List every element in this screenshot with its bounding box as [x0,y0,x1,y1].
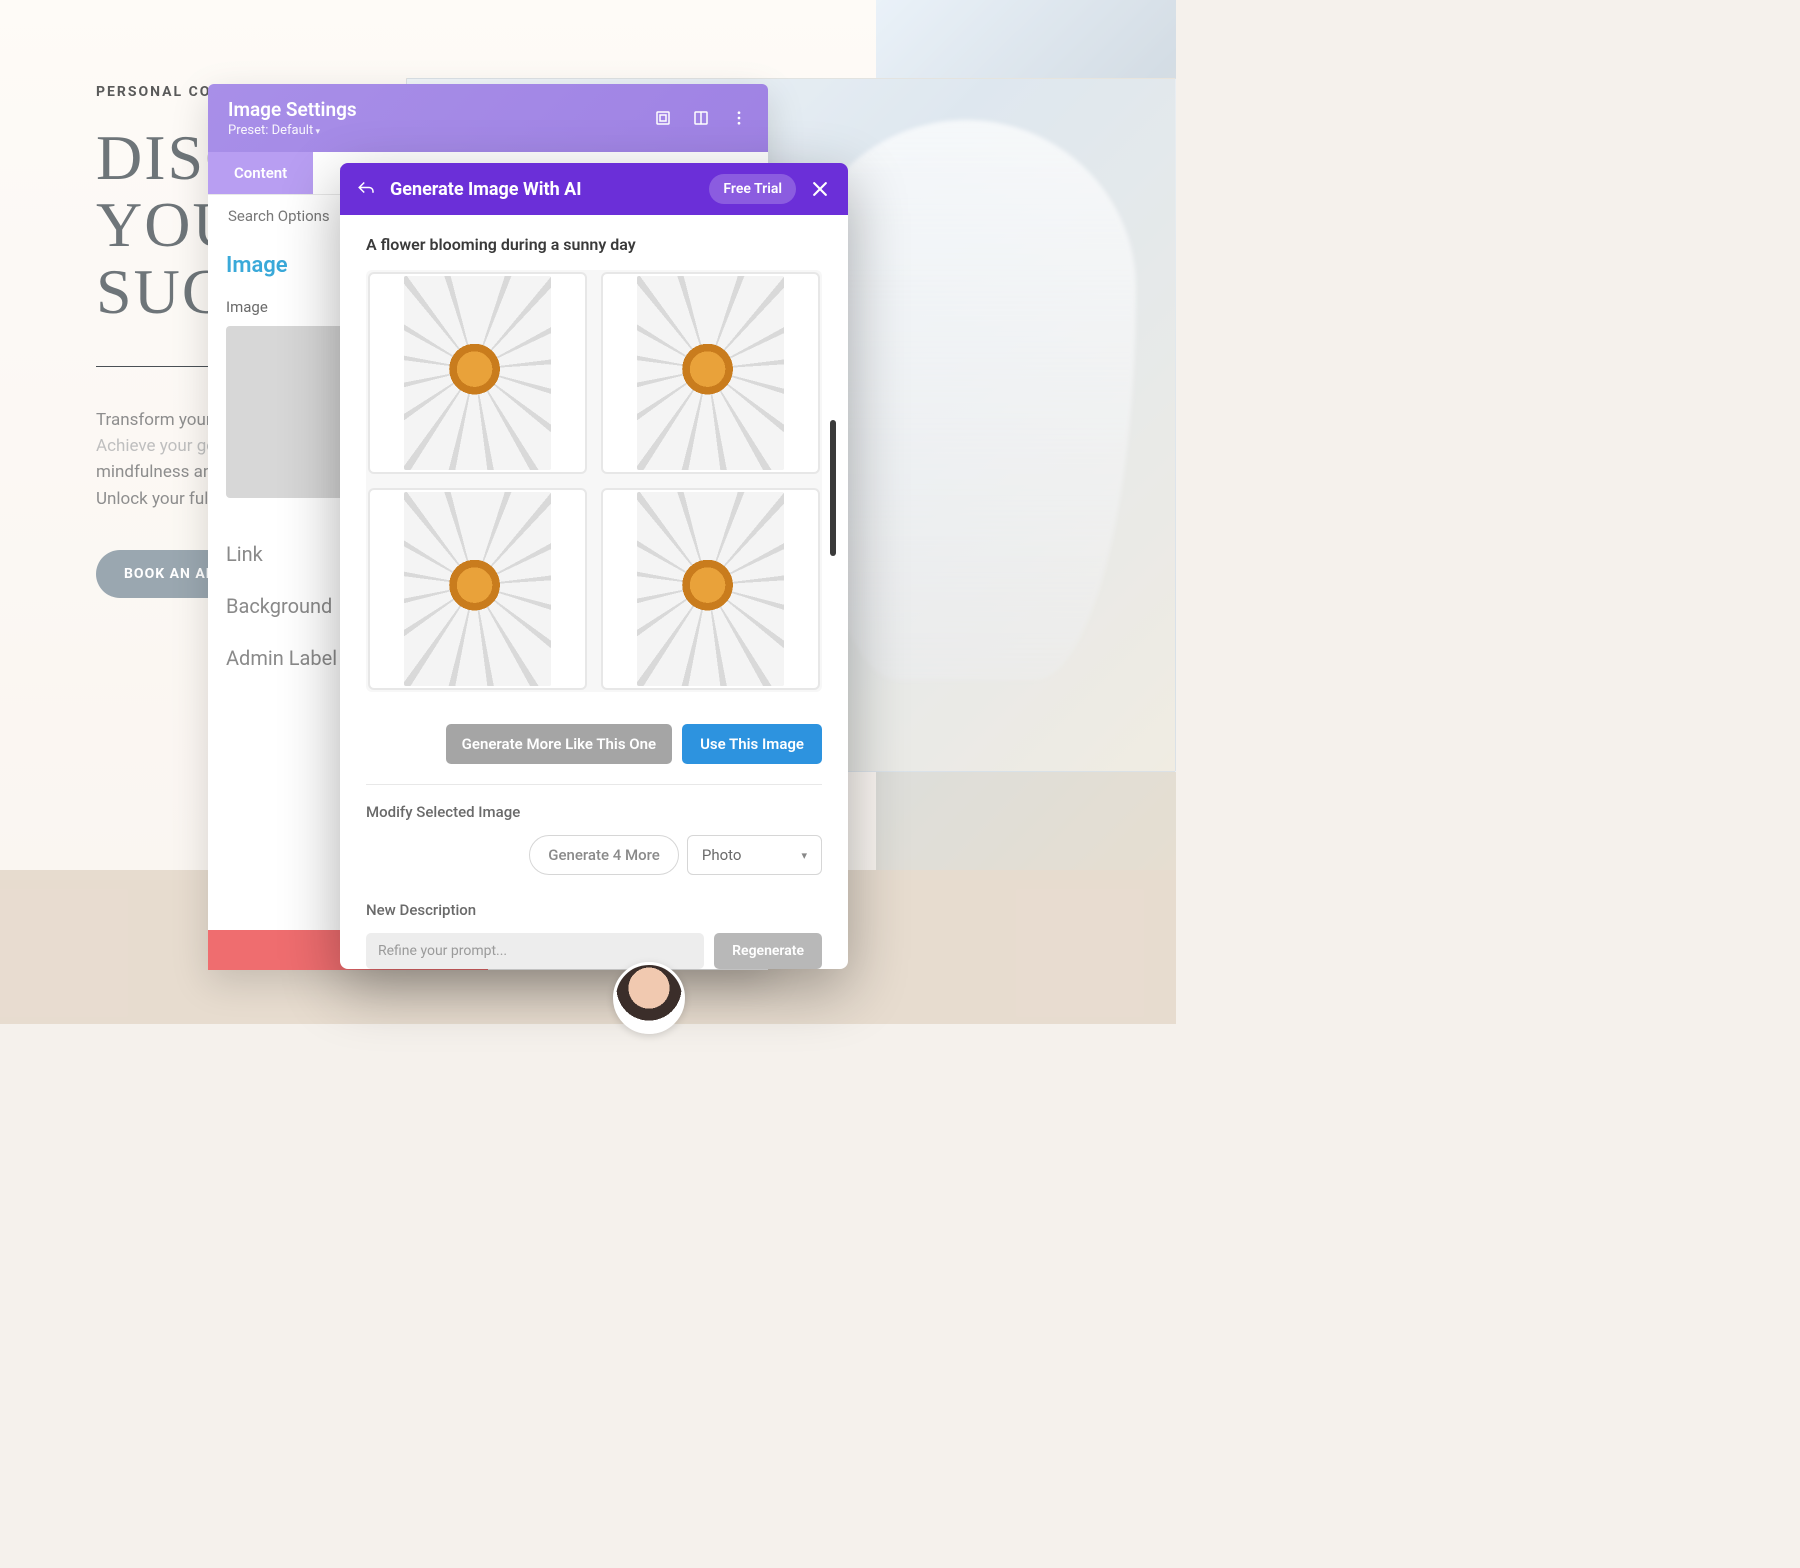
ai-result-thumbnail[interactable] [601,272,820,474]
style-select-value: Photo [702,846,742,864]
refine-row: Regenerate [366,933,822,969]
flower-image [404,276,550,470]
flower-image [637,492,783,686]
style-select[interactable]: Photo [687,835,822,875]
modify-selected-label: Modify Selected Image [366,803,822,821]
modify-row: Generate 4 More Photo [366,835,822,875]
use-this-image-button[interactable]: Use This Image [682,724,822,764]
scrollbar-thumb[interactable] [830,420,836,556]
ai-divider [366,784,822,785]
tab-content[interactable]: Content [208,152,313,194]
flower-image [637,276,783,470]
ai-modal-body: A flower blooming during a sunny day Gen… [340,215,848,969]
ai-action-row: Generate More Like This One Use This Ima… [366,724,822,764]
settings-header: Image Settings Preset: Default [208,84,768,152]
close-icon[interactable] [810,179,830,199]
ai-result-thumbnail[interactable] [368,272,587,474]
settings-preset-dropdown[interactable]: Preset: Default [228,123,357,138]
generate-4-more-button[interactable]: Generate 4 More [529,835,679,875]
ai-modal-title: Generate Image With AI [390,179,695,200]
ai-results-grid [366,270,822,692]
free-trial-badge[interactable]: Free Trial [709,174,796,204]
ai-results-scroll [366,270,822,706]
ai-current-prompt: A flower blooming during a sunny day [366,235,822,254]
ai-modal-header: Generate Image With AI Free Trial [340,163,848,215]
settings-title: Image Settings [228,98,357,121]
generate-image-ai-modal: Generate Image With AI Free Trial A flow… [340,163,848,969]
columns-icon[interactable] [692,109,710,127]
generate-more-like-button[interactable]: Generate More Like This One [446,724,672,764]
expand-icon[interactable] [654,109,672,127]
kebab-icon[interactable] [730,109,748,127]
coach-avatar [613,962,685,1034]
back-icon[interactable] [358,180,376,198]
ai-result-thumbnail[interactable] [368,488,587,690]
ai-result-thumbnail[interactable] [601,488,820,690]
new-description-label: New Description [366,901,822,919]
regenerate-button[interactable]: Regenerate [714,933,822,969]
flower-image [404,492,550,686]
